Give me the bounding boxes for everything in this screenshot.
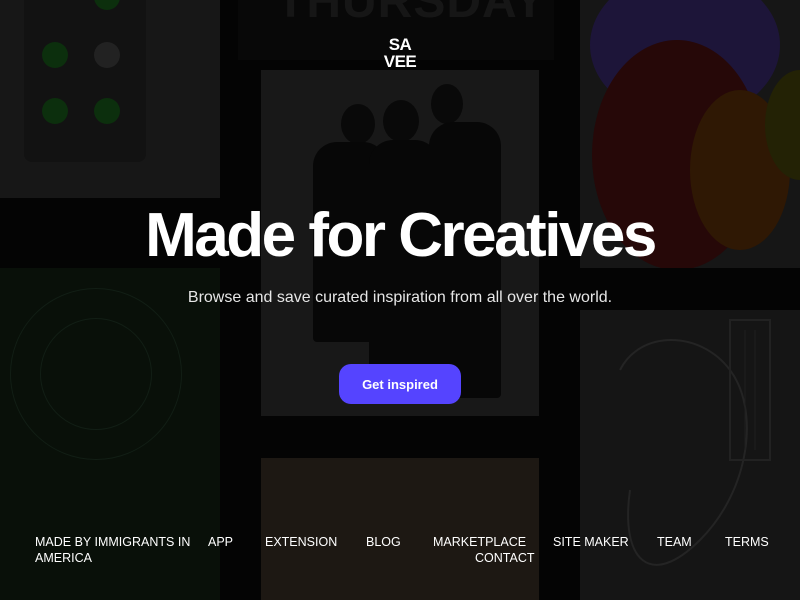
- footer-made-by-immigrants[interactable]: MADE BY IMMIGRANTS IN AMERICA: [35, 534, 195, 566]
- hero-subtitle: Browse and save curated inspiration from…: [187, 289, 613, 306]
- footer-link-site-maker[interactable]: SITE MAKER: [553, 534, 629, 550]
- footer-link-terms[interactable]: TERMS: [725, 534, 769, 550]
- footer-link-blog[interactable]: BLOG: [366, 534, 401, 550]
- footer-link-extension[interactable]: EXTENSION: [265, 534, 337, 550]
- footer-link-contact[interactable]: CONTACT: [475, 550, 535, 566]
- footer-link-app[interactable]: APP: [208, 534, 233, 550]
- get-inspired-button[interactable]: Get inspired: [339, 364, 461, 404]
- footer-link-marketplace[interactable]: MARKETPLACE: [433, 534, 526, 550]
- savee-logo[interactable]: SA VEE: [0, 36, 800, 70]
- hero-headline: Made for Creatives: [145, 201, 657, 270]
- footer-link-team[interactable]: TEAM: [657, 534, 692, 550]
- footer-nav: MADE BY IMMIGRANTS IN AMERICA APP EXTENS…: [0, 534, 800, 574]
- logo-line-1: SA: [388, 35, 412, 54]
- logo-line-2: VEE: [383, 52, 417, 71]
